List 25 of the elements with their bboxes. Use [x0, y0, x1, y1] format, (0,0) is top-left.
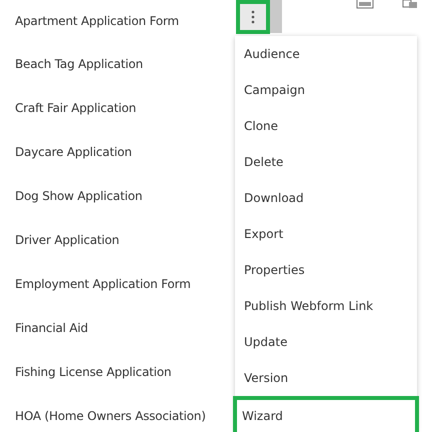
form-name[interactable]: Apartment Application Form: [15, 14, 179, 28]
form-name[interactable]: Beach Tag Application: [15, 57, 143, 71]
more-icon: [251, 10, 255, 24]
pdf-icon[interactable]: [356, 0, 374, 9]
menu-item[interactable]: Audience: [235, 36, 417, 72]
form-name[interactable]: Craft Fair Application: [15, 101, 136, 115]
menu-item[interactable]: Publish Webform Link: [235, 288, 417, 324]
form-name[interactable]: Fishing License Application: [15, 365, 172, 379]
menu-item[interactable]: Export: [235, 216, 417, 252]
form-name[interactable]: Dog Show Application: [15, 189, 142, 203]
form-name[interactable]: HOA (Home Owners Association): [15, 409, 206, 423]
form-name[interactable]: Daycare Application: [15, 145, 132, 159]
menu-item[interactable]: Delete: [235, 144, 417, 180]
menu-item[interactable]: Clone: [235, 108, 417, 144]
menu-item[interactable]: Update: [235, 324, 417, 360]
menu-item[interactable]: Version: [235, 360, 417, 396]
form-name[interactable]: Driver Application: [15, 233, 120, 247]
menu-item[interactable]: Download: [235, 180, 417, 216]
document-icon[interactable]: [402, 0, 418, 9]
more-button[interactable]: [236, 0, 270, 34]
menu-item[interactable]: Campaign: [235, 72, 417, 108]
menu-item[interactable]: Properties: [235, 252, 417, 288]
menu-item[interactable]: Wizard: [233, 396, 419, 432]
form-name[interactable]: Financial Aid: [15, 321, 88, 335]
form-name[interactable]: Employment Application Form: [15, 277, 191, 291]
